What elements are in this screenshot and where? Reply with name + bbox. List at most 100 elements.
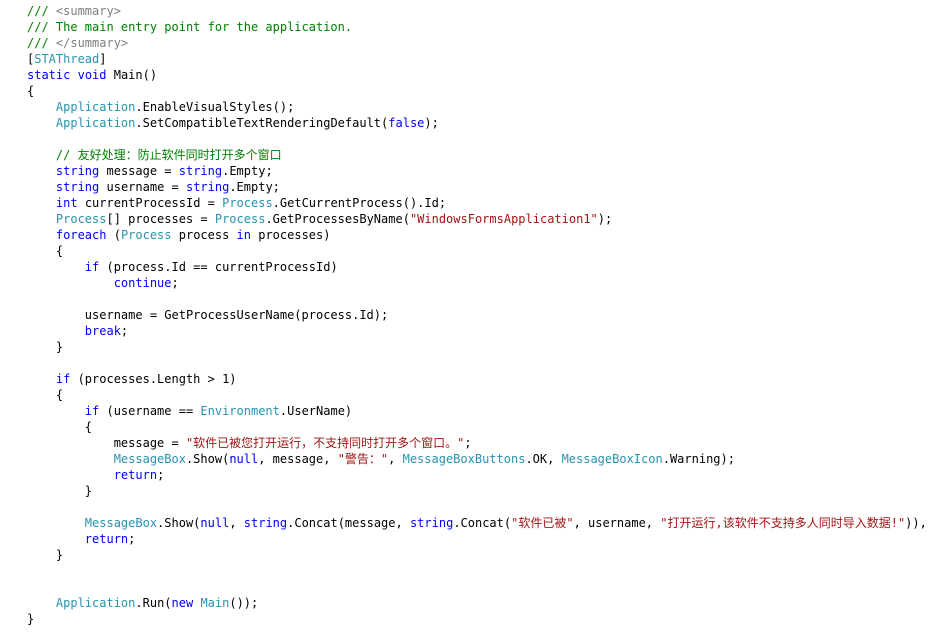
code-line[interactable]: username = GetProcessUserName(process.Id… (27, 307, 952, 323)
code-token-type: Application (55, 596, 136, 610)
code-token-plain: ; (157, 468, 165, 482)
code-token-plain: processes) (251, 228, 331, 242)
code-line[interactable]: int currentProcessId = Process.GetCurren… (27, 195, 952, 211)
code-line[interactable]: Application.Run(new Main()); (27, 595, 952, 611)
code-token-type: STAThread (34, 52, 100, 66)
code-token-plain: { (27, 84, 35, 98)
code-line[interactable]: } (27, 611, 952, 627)
code-line[interactable]: if (processes.Length > 1) (27, 371, 952, 387)
code-token-keyword: string (185, 180, 230, 194)
code-line[interactable]: return; (27, 531, 952, 547)
code-line[interactable]: ​ (27, 563, 952, 579)
code-line[interactable]: string message = string.Empty; (27, 163, 952, 179)
code-line[interactable]: { (27, 243, 952, 259)
code-token-plain: username = GetProcessUserName(process.Id… (27, 308, 389, 322)
code-token-comment: // 友好处理：防止软件同时打开多个窗口 (27, 148, 282, 162)
code-token-keyword: string (55, 180, 100, 194)
code-token-type: MessageBoxButtons (402, 452, 526, 466)
code-token-plain: .Concat( (453, 516, 512, 530)
code-token-plain: username = (99, 180, 186, 194)
code-line[interactable]: continue; (27, 275, 952, 291)
code-token-keyword: break (84, 324, 121, 338)
code-token-string: "打开运行,该软件不支持多人同时导入数据!" (660, 516, 906, 530)
code-token-plain: .Warning); (662, 452, 735, 466)
code-token-plain: .SetCompatibleTextRenderingDefault( (135, 116, 389, 130)
code-line[interactable]: MessageBox.Show(null, message, "警告：", Me… (27, 451, 952, 467)
code-token-plain: , username, (573, 516, 661, 530)
code-line[interactable]: ​ (27, 355, 952, 371)
code-token-plain: } (27, 612, 35, 626)
code-token-plain: ; (120, 324, 129, 338)
code-line[interactable]: string username = string.Empty; (27, 179, 952, 195)
code-line[interactable]: if (process.Id == currentProcessId) (27, 259, 952, 275)
code-line[interactable]: } (27, 483, 952, 499)
code-token-plain: .Show( (157, 516, 201, 530)
code-token-plain: message = (27, 436, 186, 450)
code-line[interactable]: ​ (27, 579, 952, 595)
code-token-keyword: string (243, 516, 288, 530)
code-line[interactable]: Application.EnableVisualStyles(); (27, 99, 952, 115)
code-line[interactable]: Application.SetCompatibleTextRenderingDe… (27, 115, 952, 131)
code-line[interactable]: ​ (27, 131, 952, 147)
code-token-plain: { (27, 388, 64, 402)
code-token-keyword: if (55, 372, 71, 386)
code-token-type: Process (222, 196, 273, 210)
code-line[interactable]: Process[] processes = Process.GetProcess… (27, 211, 952, 227)
code-token-keyword: void (77, 68, 107, 82)
code-token-string: "软件已被" (511, 516, 574, 530)
code-token-plain: )), (905, 516, 927, 530)
code-line[interactable]: ​ (27, 499, 952, 515)
code-editor[interactable]: /// <summary>/// The main entry point fo… (27, 3, 952, 634)
code-line[interactable]: { (27, 387, 952, 403)
code-line[interactable]: } (27, 547, 952, 563)
code-line[interactable]: /// </summary> (27, 35, 952, 51)
code-token-plain: ); (597, 212, 613, 226)
code-token-plain: [] processes = (106, 212, 215, 226)
code-line[interactable]: return; (27, 467, 952, 483)
code-token-keyword: int (55, 196, 78, 210)
code-token-keyword: continue (113, 276, 172, 290)
code-token-plain: (process.Id == currentProcessId) (99, 260, 338, 274)
code-line[interactable]: [STAThread] (27, 51, 952, 67)
code-line[interactable]: MessageBox.Show(null, string.Concat(mess… (27, 515, 952, 531)
code-line[interactable]: static void Main() (27, 67, 952, 83)
code-token-plain: message = (99, 164, 179, 178)
code-token-doc: </summary> (55, 36, 129, 50)
code-token-plain: .UserName) (279, 404, 353, 418)
code-token-type: Main (200, 596, 230, 610)
code-line[interactable]: // 友好处理：防止软件同时打开多个窗口 (27, 147, 952, 163)
code-line[interactable]: /// The main entry point for the applica… (27, 19, 952, 35)
code-line[interactable]: foreach (Process process in processes) (27, 227, 952, 243)
code-line[interactable]: /// <summary> (27, 3, 952, 19)
code-token-keyword: if (84, 260, 100, 274)
code-token-plain: ; (171, 276, 179, 290)
code-line[interactable]: { (27, 83, 952, 99)
code-line[interactable]: ​ (27, 291, 952, 307)
code-token-keyword: string (178, 164, 223, 178)
code-token-plain: } (27, 484, 93, 498)
code-token-plain: ( (106, 228, 121, 242)
code-token-string: "警告：" (337, 452, 389, 466)
code-token-keyword: static (27, 68, 71, 82)
code-token-plain: .Empty; (229, 180, 280, 194)
code-token-plain: ); (424, 116, 439, 130)
code-line[interactable]: { (27, 419, 952, 435)
code-token-type: Process (120, 228, 172, 242)
code-line[interactable]: } (27, 339, 952, 355)
code-token-plain: Main() (106, 68, 158, 82)
code-line[interactable]: break; (27, 323, 952, 339)
code-line[interactable]: if (username == Environment.UserName) (27, 403, 952, 419)
code-token-type: MessageBoxIcon (561, 452, 663, 466)
code-token-keyword: null (200, 516, 230, 530)
code-line[interactable]: message = "软件已被您打开运行，不支持同时打开多个窗口。"; (27, 435, 952, 451)
